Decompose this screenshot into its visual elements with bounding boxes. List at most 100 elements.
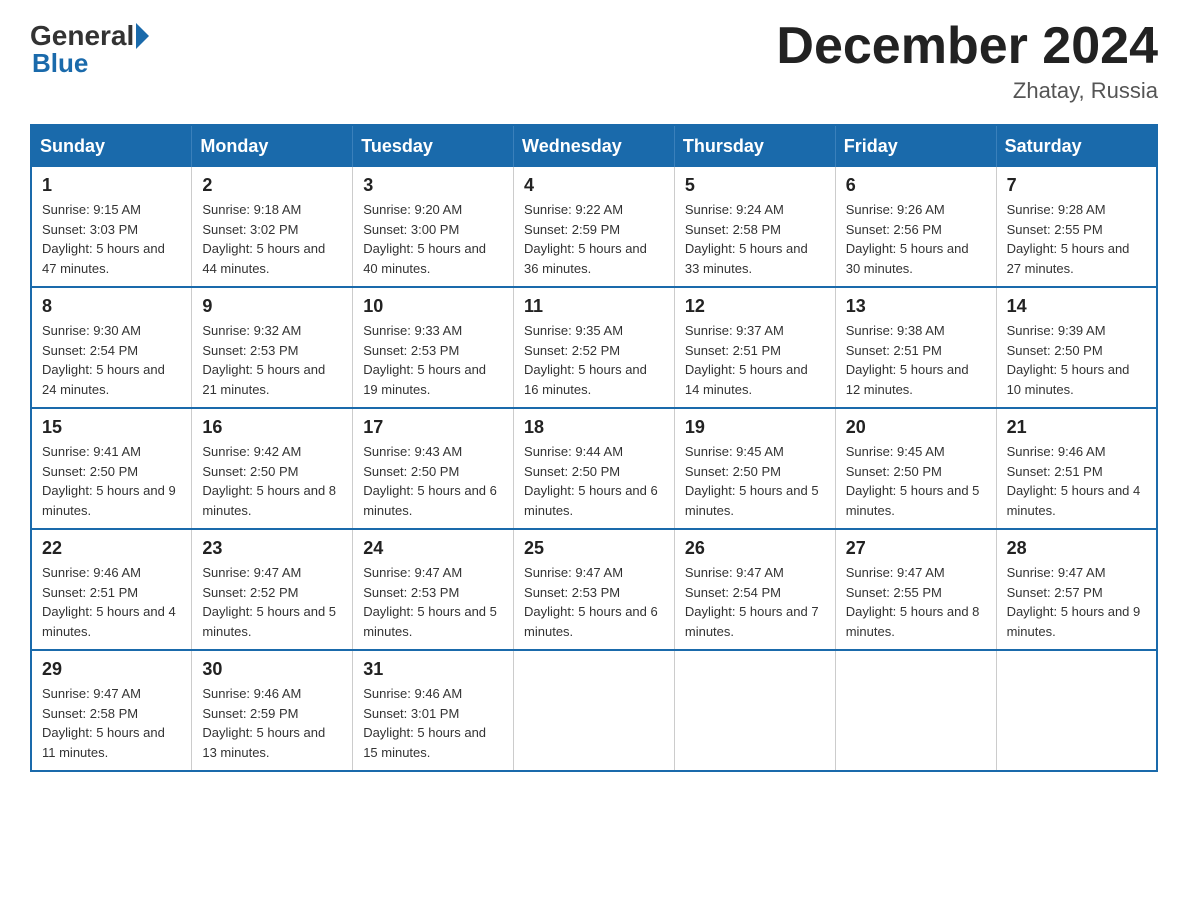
day-number: 15 — [42, 417, 181, 438]
calendar-cell: 19 Sunrise: 9:45 AMSunset: 2:50 PMDayligh… — [674, 408, 835, 529]
day-number: 11 — [524, 296, 664, 317]
day-number: 23 — [202, 538, 342, 559]
logo-arrow-icon — [136, 23, 149, 49]
day-info: Sunrise: 9:33 AMSunset: 2:53 PMDaylight:… — [363, 321, 503, 399]
calendar-cell — [996, 650, 1157, 771]
calendar-cell: 1 Sunrise: 9:15 AMSunset: 3:03 PMDaylight… — [31, 167, 192, 287]
day-info: Sunrise: 9:35 AMSunset: 2:52 PMDaylight:… — [524, 321, 664, 399]
calendar-cell: 17Sunrise: 9:43 AMSunset: 2:50 PMDayligh… — [353, 408, 514, 529]
day-number: 6 — [846, 175, 986, 196]
day-number: 13 — [846, 296, 986, 317]
calendar-header-tuesday: Tuesday — [353, 125, 514, 167]
day-number: 16 — [202, 417, 342, 438]
day-number: 21 — [1007, 417, 1146, 438]
day-info: Sunrise: 9:46 AMSunset: 2:51 PMDaylight:… — [1007, 442, 1146, 520]
calendar-cell: 31 Sunrise: 9:46 AMSunset: 3:01 PMDayligh… — [353, 650, 514, 771]
calendar-cell: 16 Sunrise: 9:42 AMSunset: 2:50 PMDayligh… — [192, 408, 353, 529]
calendar-cell: 22 Sunrise: 9:46 AMSunset: 2:51 PMDayligh… — [31, 529, 192, 650]
title-section: December 2024 Zhatay, Russia — [776, 20, 1158, 104]
calendar-cell: 26Sunrise: 9:47 AMSunset: 2:54 PMDayligh… — [674, 529, 835, 650]
calendar-week-5: 29 Sunrise: 9:47 AMSunset: 2:58 PMDayligh… — [31, 650, 1157, 771]
day-info: Sunrise: 9:46 AMSunset: 3:01 PMDaylight:… — [363, 684, 503, 762]
day-number: 25 — [524, 538, 664, 559]
day-number: 5 — [685, 175, 825, 196]
day-info: Sunrise: 9:45 AMSunset: 2:50 PMDaylight:… — [685, 442, 825, 520]
calendar-cell: 20 Sunrise: 9:45 AMSunset: 2:50 PMDayligh… — [835, 408, 996, 529]
calendar-cell: 6 Sunrise: 9:26 AMSunset: 2:56 PMDaylight… — [835, 167, 996, 287]
day-info: Sunrise: 9:32 AMSunset: 2:53 PMDaylight:… — [202, 321, 342, 399]
month-title: December 2024 — [776, 20, 1158, 72]
day-info: Sunrise: 9:45 AMSunset: 2:50 PMDaylight:… — [846, 442, 986, 520]
day-info: Sunrise: 9:46 AMSunset: 2:59 PMDaylight:… — [202, 684, 342, 762]
day-number: 22 — [42, 538, 181, 559]
calendar-cell: 2Sunrise: 9:18 AMSunset: 3:02 PMDaylight… — [192, 167, 353, 287]
day-number: 7 — [1007, 175, 1146, 196]
calendar-cell — [514, 650, 675, 771]
calendar-cell — [674, 650, 835, 771]
day-info: Sunrise: 9:41 AMSunset: 2:50 PMDaylight:… — [42, 442, 181, 520]
day-info: Sunrise: 9:47 AMSunset: 2:53 PMDaylight:… — [524, 563, 664, 641]
day-number: 24 — [363, 538, 503, 559]
day-info: Sunrise: 9:39 AMSunset: 2:50 PMDaylight:… — [1007, 321, 1146, 399]
calendar-cell: 13 Sunrise: 9:38 AMSunset: 2:51 PMDayligh… — [835, 287, 996, 408]
day-info: Sunrise: 9:47 AMSunset: 2:58 PMDaylight:… — [42, 684, 181, 762]
day-info: Sunrise: 9:20 AMSunset: 3:00 PMDaylight:… — [363, 200, 503, 278]
day-number: 14 — [1007, 296, 1146, 317]
day-number: 12 — [685, 296, 825, 317]
calendar-week-2: 8Sunrise: 9:30 AMSunset: 2:54 PMDaylight… — [31, 287, 1157, 408]
calendar-cell: 28 Sunrise: 9:47 AMSunset: 2:57 PMDayligh… — [996, 529, 1157, 650]
day-number: 10 — [363, 296, 503, 317]
day-info: Sunrise: 9:47 AMSunset: 2:55 PMDaylight:… — [846, 563, 986, 641]
calendar-week-4: 22 Sunrise: 9:46 AMSunset: 2:51 PMDayligh… — [31, 529, 1157, 650]
day-info: Sunrise: 9:24 AMSunset: 2:58 PMDaylight:… — [685, 200, 825, 278]
calendar-header-saturday: Saturday — [996, 125, 1157, 167]
day-info: Sunrise: 9:47 AMSunset: 2:57 PMDaylight:… — [1007, 563, 1146, 641]
day-info: Sunrise: 9:22 AMSunset: 2:59 PMDaylight:… — [524, 200, 664, 278]
day-number: 20 — [846, 417, 986, 438]
calendar-table: SundayMondayTuesdayWednesdayThursdayFrid… — [30, 124, 1158, 772]
calendar-cell: 21 Sunrise: 9:46 AMSunset: 2:51 PMDayligh… — [996, 408, 1157, 529]
day-number: 29 — [42, 659, 181, 680]
day-info: Sunrise: 9:42 AMSunset: 2:50 PMDaylight:… — [202, 442, 342, 520]
logo-blue-text: Blue — [32, 48, 150, 79]
calendar-header-row: SundayMondayTuesdayWednesdayThursdayFrid… — [31, 125, 1157, 167]
calendar-cell: 27 Sunrise: 9:47 AMSunset: 2:55 PMDayligh… — [835, 529, 996, 650]
page-header: General Blue December 2024 Zhatay, Russi… — [30, 20, 1158, 104]
calendar-cell: 29 Sunrise: 9:47 AMSunset: 2:58 PMDayligh… — [31, 650, 192, 771]
day-number: 3 — [363, 175, 503, 196]
calendar-cell: 4 Sunrise: 9:22 AMSunset: 2:59 PMDaylight… — [514, 167, 675, 287]
calendar-cell: 12 Sunrise: 9:37 AMSunset: 2:51 PMDayligh… — [674, 287, 835, 408]
calendar-cell: 7 Sunrise: 9:28 AMSunset: 2:55 PMDaylight… — [996, 167, 1157, 287]
day-info: Sunrise: 9:37 AMSunset: 2:51 PMDaylight:… — [685, 321, 825, 399]
calendar-cell: 14 Sunrise: 9:39 AMSunset: 2:50 PMDayligh… — [996, 287, 1157, 408]
day-info: Sunrise: 9:46 AMSunset: 2:51 PMDaylight:… — [42, 563, 181, 641]
day-info: Sunrise: 9:43 AMSunset: 2:50 PMDaylight:… — [363, 442, 503, 520]
calendar-cell: 11 Sunrise: 9:35 AMSunset: 2:52 PMDayligh… — [514, 287, 675, 408]
calendar-header-wednesday: Wednesday — [514, 125, 675, 167]
day-info: Sunrise: 9:26 AMSunset: 2:56 PMDaylight:… — [846, 200, 986, 278]
day-number: 1 — [42, 175, 181, 196]
calendar-cell: 5 Sunrise: 9:24 AMSunset: 2:58 PMDaylight… — [674, 167, 835, 287]
day-info: Sunrise: 9:47 AMSunset: 2:52 PMDaylight:… — [202, 563, 342, 641]
day-info: Sunrise: 9:38 AMSunset: 2:51 PMDaylight:… — [846, 321, 986, 399]
calendar-cell: 18Sunrise: 9:44 AMSunset: 2:50 PMDayligh… — [514, 408, 675, 529]
calendar-cell: 3 Sunrise: 9:20 AMSunset: 3:00 PMDaylight… — [353, 167, 514, 287]
calendar-cell: 25 Sunrise: 9:47 AMSunset: 2:53 PMDayligh… — [514, 529, 675, 650]
day-number: 2 — [202, 175, 342, 196]
day-number: 18 — [524, 417, 664, 438]
calendar-header-friday: Friday — [835, 125, 996, 167]
calendar-cell: 10 Sunrise: 9:33 AMSunset: 2:53 PMDayligh… — [353, 287, 514, 408]
day-number: 8 — [42, 296, 181, 317]
logo: General Blue — [30, 20, 150, 79]
day-number: 4 — [524, 175, 664, 196]
day-number: 19 — [685, 417, 825, 438]
day-number: 27 — [846, 538, 986, 559]
calendar-cell: 9Sunrise: 9:32 AMSunset: 2:53 PMDaylight… — [192, 287, 353, 408]
day-info: Sunrise: 9:15 AMSunset: 3:03 PMDaylight:… — [42, 200, 181, 278]
calendar-header-thursday: Thursday — [674, 125, 835, 167]
day-number: 31 — [363, 659, 503, 680]
calendar-cell: 15 Sunrise: 9:41 AMSunset: 2:50 PMDayligh… — [31, 408, 192, 529]
day-info: Sunrise: 9:28 AMSunset: 2:55 PMDaylight:… — [1007, 200, 1146, 278]
day-number: 28 — [1007, 538, 1146, 559]
location-label: Zhatay, Russia — [776, 78, 1158, 104]
